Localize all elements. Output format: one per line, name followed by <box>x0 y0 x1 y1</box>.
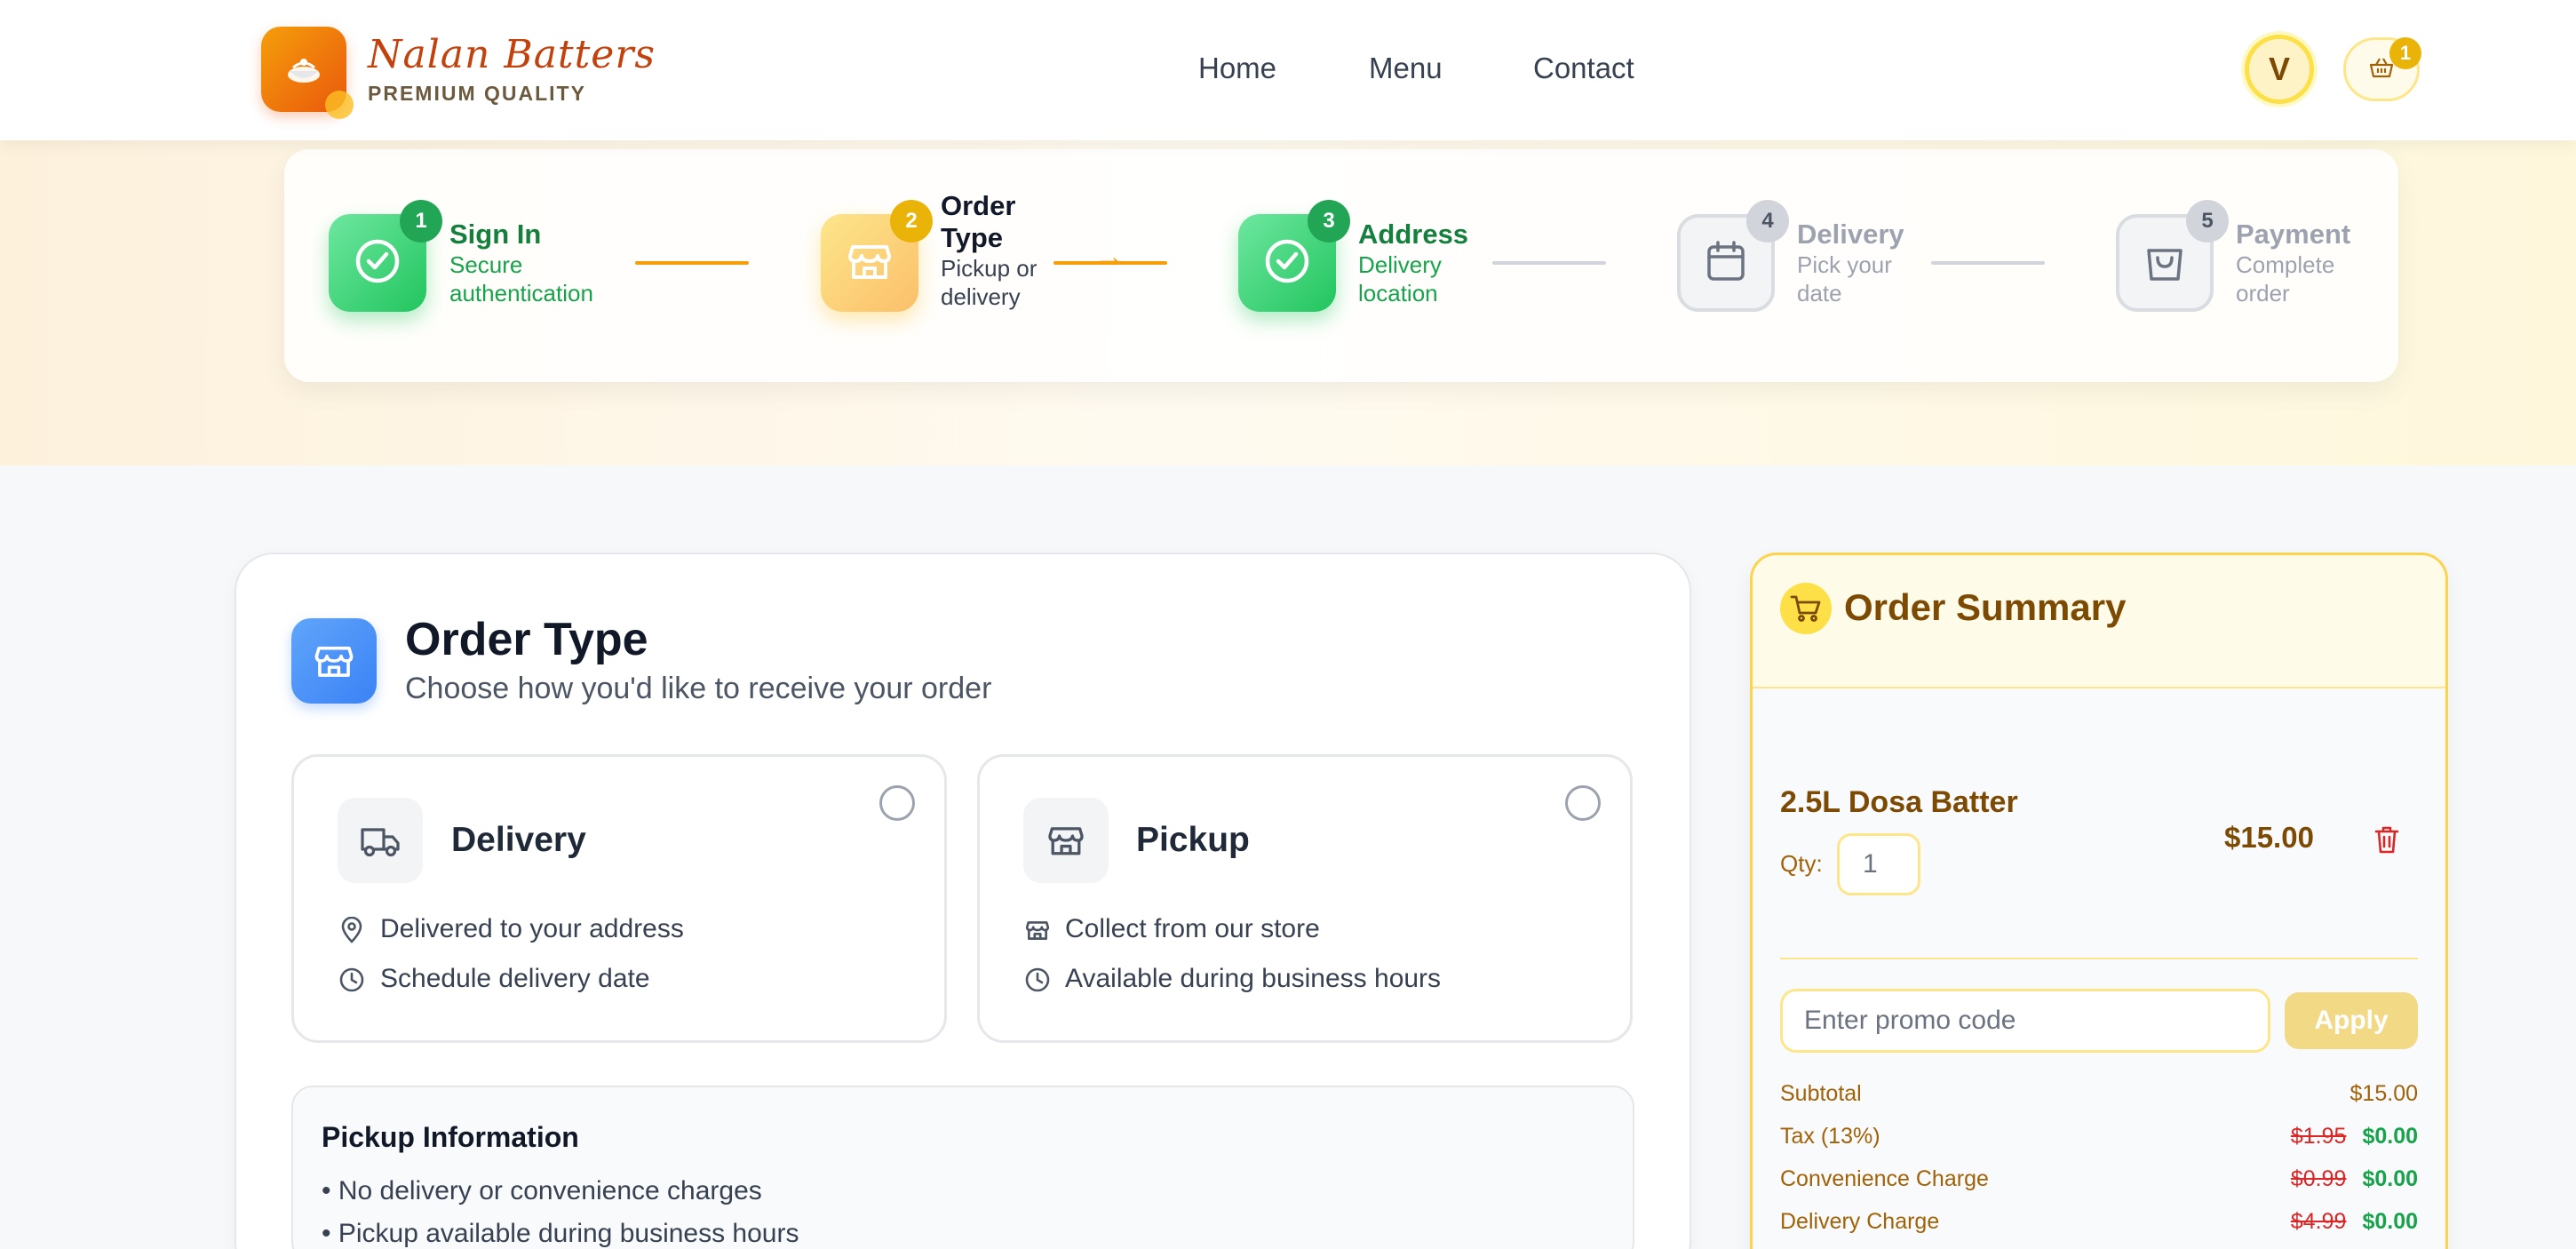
brand-tagline: PREMIUM QUALITY <box>368 82 586 105</box>
delivery-charge-original: $4.99 <box>2290 1209 2347 1234</box>
arrow-right-icon: → <box>1094 240 1125 274</box>
delivery-charge-final: $0.00 <box>2362 1209 2418 1234</box>
step-2-desc: Pickup or delivery <box>941 255 1038 310</box>
delivery-option-title: Delivery <box>451 821 586 859</box>
delivery-feature-2: Schedule delivery date <box>380 964 650 993</box>
step-connector-3 <box>1492 261 1606 265</box>
subtotal-label: Subtotal <box>1780 1081 1862 1106</box>
step-2-number: 2 <box>890 200 933 243</box>
convenience-label: Convenience Charge <box>1780 1166 1989 1191</box>
convenience-value: $0.99 $0.00 <box>2291 1166 2418 1192</box>
map-pin-icon <box>338 916 366 944</box>
step-1-title: Sign In <box>449 219 542 250</box>
delivery-charge-label: Delivery Charge <box>1780 1209 1940 1234</box>
user-avatar[interactable]: V <box>2245 35 2314 104</box>
trash-icon[interactable] <box>2372 823 2402 856</box>
promo-code-input[interactable] <box>1780 989 2270 1053</box>
truck-icon <box>338 798 423 883</box>
delivery-charge-value: $4.99 $0.00 <box>2291 1209 2418 1235</box>
pickup-radio[interactable] <box>1565 785 1601 821</box>
order-type-subtitle: Choose how you'd like to receive your or… <box>405 672 992 705</box>
summary-divider <box>1780 958 2418 959</box>
tax-original: $1.95 <box>2290 1124 2347 1149</box>
store-icon <box>291 618 377 704</box>
qty-label: Qty: <box>1780 850 1823 877</box>
pickup-info-line: • No delivery or convenience charges <box>322 1176 762 1205</box>
step-4-number: 4 <box>1746 200 1789 243</box>
nav-contact-link[interactable]: Contact <box>1533 52 1634 85</box>
step-4-desc: Pick your date <box>1797 251 1892 306</box>
cart-icon <box>1780 583 1832 634</box>
check-circle-icon <box>1262 236 1312 290</box>
cart-item-price: $15.00 <box>2224 821 2314 854</box>
cart-item-name: 2.5L Dosa Batter <box>1780 785 2018 819</box>
convenience-original: $0.99 <box>2290 1166 2347 1191</box>
step-3-desc: Delivery location <box>1358 251 1442 306</box>
tax-label: Tax (13%) <box>1780 1124 1880 1149</box>
tax-final: $0.00 <box>2362 1124 2418 1149</box>
store-icon <box>1023 798 1109 883</box>
pickup-feature-1: Collect from our store <box>1065 914 1320 943</box>
quantity-input[interactable]: 1 <box>1837 833 1920 895</box>
tax-value: $1.95 $0.00 <box>2291 1124 2418 1150</box>
shopping-bag-icon <box>2142 238 2188 289</box>
nav-menu-link[interactable]: Menu <box>1369 52 1443 85</box>
step-5-desc: Complete order <box>2236 251 2335 306</box>
pickup-option-title: Pickup <box>1136 821 1250 859</box>
delivery-radio[interactable] <box>879 785 915 821</box>
order-summary-title: Order Summary <box>1844 586 2127 628</box>
step-connector-1 <box>635 261 749 265</box>
store-icon <box>1023 916 1052 944</box>
clock-icon <box>338 966 366 994</box>
logo-decoration <box>325 91 354 119</box>
delivery-feature-1: Delivered to your address <box>380 914 684 943</box>
step-3-title: Address <box>1358 219 1469 250</box>
pickup-feature-2: Available during business hours <box>1065 964 1442 993</box>
nav-home-link[interactable]: Home <box>1198 52 1276 85</box>
step-connector-4 <box>1931 261 2045 265</box>
brand-name[interactable]: Nalan Batters <box>368 32 656 77</box>
step-2-title: Order Type <box>941 190 1016 253</box>
check-circle-icon <box>353 236 402 290</box>
pickup-info-title: Pickup Information <box>322 1121 579 1153</box>
step-4-title: Delivery <box>1797 219 1904 250</box>
cart-count-badge: 1 <box>2389 37 2421 69</box>
convenience-final: $0.00 <box>2362 1166 2418 1191</box>
pickup-info-line: • Pickup available during business hours <box>322 1219 799 1248</box>
step-5-number: 5 <box>2186 200 2229 243</box>
step-5-title: Payment <box>2236 219 2351 250</box>
subtotal-value: $15.00 <box>2349 1081 2418 1106</box>
store-icon <box>845 236 894 290</box>
clock-icon <box>1023 966 1052 994</box>
order-type-title: Order Type <box>405 614 648 665</box>
step-1-number: 1 <box>400 200 442 243</box>
top-header: Nalan Batters PREMIUM QUALITY Home Menu … <box>0 0 2576 140</box>
apply-promo-button[interactable]: Apply <box>2285 992 2418 1049</box>
step-1-desc: Secure authentication <box>449 251 593 306</box>
step-3-number: 3 <box>1308 200 1350 243</box>
calendar-icon <box>1703 238 1749 289</box>
